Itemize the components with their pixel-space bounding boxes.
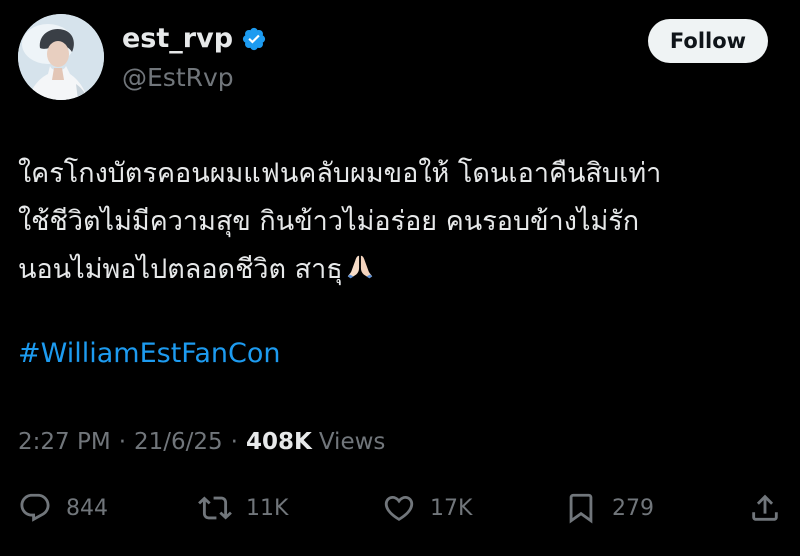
retweet-button[interactable]: 11K <box>198 486 288 530</box>
tweet-text-line-last: นอนไม่พอไปตลอดชีวิต สาธุ <box>18 246 788 294</box>
handle[interactable]: @EstRvp <box>122 62 234 94</box>
tweet-text-line: นอนไม่พอไปตลอดชีวิต สาธุ <box>18 254 343 285</box>
bookmark-icon <box>569 493 593 524</box>
like-count: 17K <box>430 495 473 521</box>
reply-icon <box>20 493 50 522</box>
meta-separator: · <box>118 429 126 455</box>
like-button[interactable]: 17K <box>382 486 472 530</box>
retweet-icon <box>198 496 232 520</box>
views-count: 408K <box>245 429 312 455</box>
display-name-row[interactable]: est_rvp <box>122 22 267 56</box>
avatar[interactable] <box>18 14 104 100</box>
profile-photo <box>18 14 104 100</box>
tweet-text-line: ใครโกงบัตรคอนผมแฟนคลับผมขอให้ โดนเอาคืนส… <box>18 158 662 189</box>
tweet-text-line: ใช้ชีวิตไม่มีความสุข กินข้าวไม่อร่อย คนร… <box>18 206 640 237</box>
bookmark-button[interactable]: 279 <box>564 486 654 530</box>
retweet-count: 11K <box>246 495 289 521</box>
tweet: est_rvp @EstRvp Follow ใครโกงบัตรคอนผมแฟ… <box>0 0 800 556</box>
action-bar: 844 11K 17K 279 <box>0 486 800 530</box>
meta-separator: · <box>230 429 238 455</box>
hashtag-link[interactable]: #WilliamEstFanCon <box>18 330 281 378</box>
tweet-time[interactable]: 2:27 PM <box>18 424 111 460</box>
views-label: Views <box>318 429 386 455</box>
verified-badge-icon <box>242 27 266 51</box>
reply-button[interactable]: 844 <box>18 486 108 530</box>
folded-hands-icon <box>347 255 372 279</box>
reply-count: 844 <box>66 495 108 521</box>
tweet-meta: 2:27 PM · 21/6/25 · 408K Views <box>18 424 385 460</box>
display-name[interactable]: est_rvp <box>122 22 233 56</box>
tweet-text: ใครโกงบัตรคอนผมแฟนคลับผมขอให้ โดนเอาคืนส… <box>18 150 788 294</box>
share-button[interactable] <box>748 486 782 530</box>
follow-button[interactable]: Follow <box>648 19 768 63</box>
share-icon <box>752 494 778 521</box>
tweet-date[interactable]: 21/6/25 <box>134 424 223 460</box>
heart-icon <box>384 495 414 521</box>
bookmark-count: 279 <box>612 495 654 521</box>
